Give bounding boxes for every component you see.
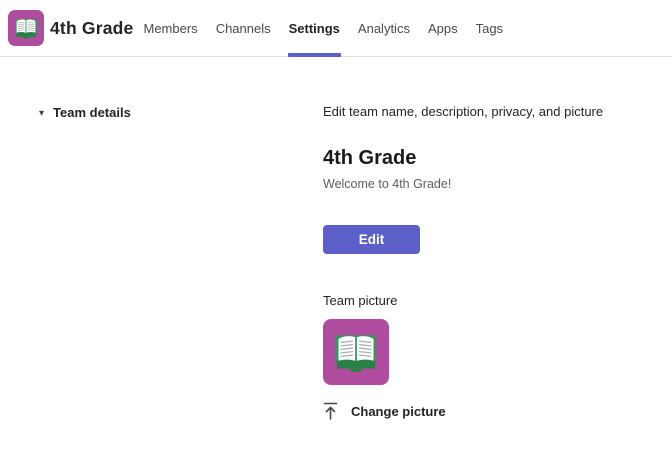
edit-button[interactable]: Edit: [323, 225, 420, 254]
team-details-toggle[interactable]: ▾ Team details: [39, 105, 131, 120]
caret-down-icon: ▾: [39, 109, 44, 119]
open-book-icon: [328, 324, 384, 380]
tab-tags[interactable]: Tags: [467, 0, 512, 56]
team-description-text: Welcome to 4th Grade!: [323, 177, 663, 192]
change-picture-button[interactable]: Change picture: [323, 402, 446, 421]
open-book-icon: [11, 13, 41, 43]
upload-icon: [323, 402, 338, 421]
team-details-label: Team details: [53, 105, 131, 120]
change-picture-label: Change picture: [351, 404, 446, 419]
tab-analytics[interactable]: Analytics: [349, 0, 419, 56]
team-avatar: [8, 10, 44, 46]
tab-members[interactable]: Members: [135, 0, 207, 56]
team-picture-label: Team picture: [323, 293, 663, 309]
team-details-panel: Edit team name, description, privacy, an…: [323, 104, 663, 421]
tab-apps[interactable]: Apps: [419, 0, 467, 56]
team-name-heading: 4th Grade: [323, 146, 663, 170]
team-picture: [323, 319, 389, 385]
team-header: 4th Grade Members Channels Settings Anal…: [0, 0, 672, 57]
tab-settings[interactable]: Settings: [280, 0, 349, 56]
team-tabs: Members Channels Settings Analytics Apps…: [135, 0, 513, 56]
page-title: 4th Grade: [50, 18, 134, 39]
section-description: Edit team name, description, privacy, an…: [323, 104, 663, 120]
tab-channels[interactable]: Channels: [207, 0, 280, 56]
